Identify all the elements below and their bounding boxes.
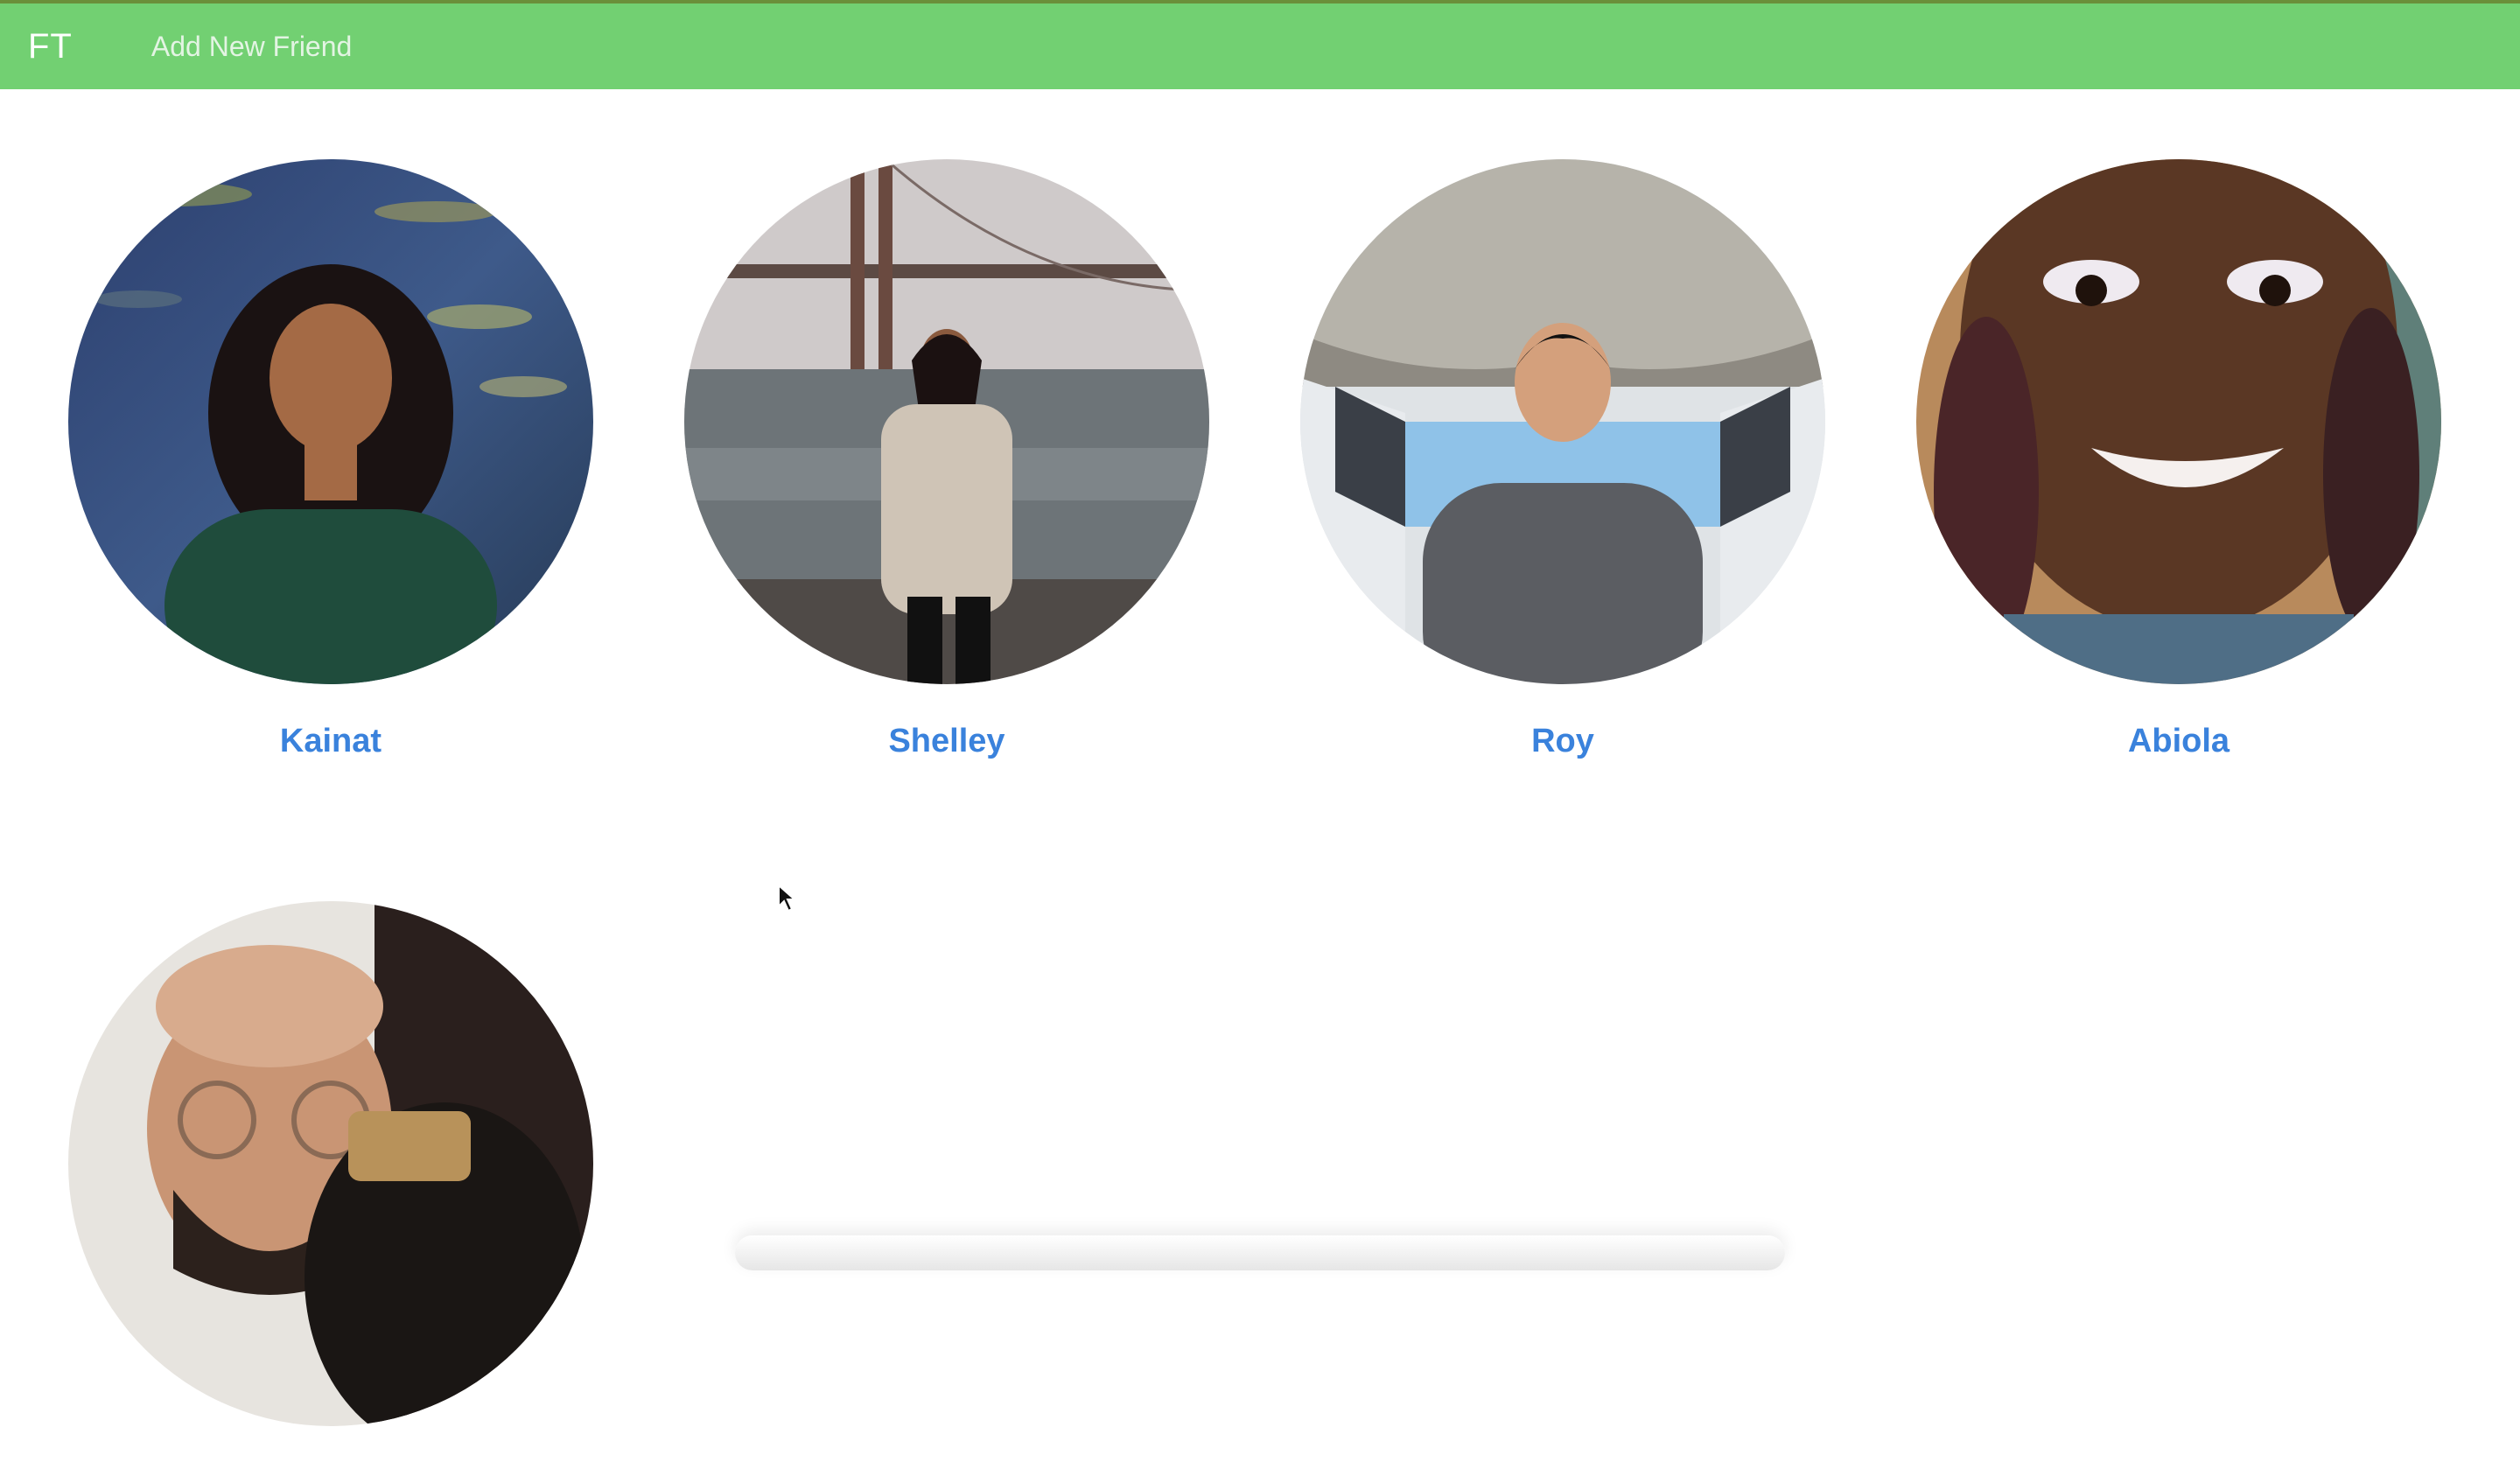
friend-photo-roy[interactable] [1300,159,1825,684]
navbar: FT Add New Friend [0,0,2520,89]
mouse-cursor-icon [778,884,797,913]
friend-card-5[interactable] [68,901,593,1469]
friend-card-abiola[interactable]: Abiola [1916,159,2441,760]
bottom-panel-edge [735,1235,1785,1270]
friend-photo-kainat[interactable] [68,159,593,684]
friend-photo-5[interactable] [68,901,593,1426]
friend-card-roy[interactable]: Roy [1300,159,1825,760]
friend-card-kainat[interactable]: Kainat [68,159,593,760]
friend-photo-shelley[interactable] [684,159,1209,684]
friend-photo-abiola[interactable] [1916,159,2441,684]
friends-grid: Kainat Shelley Roy Abiola [0,89,2520,1426]
friend-name-kainat[interactable]: Kainat [280,723,382,760]
brand-logo[interactable]: FT [28,27,73,66]
friend-name-roy[interactable]: Roy [1531,723,1594,760]
friend-name-shelley[interactable]: Shelley [888,723,1004,760]
friend-card-shelley[interactable]: Shelley [684,159,1209,760]
friend-name-abiola[interactable]: Abiola [2128,723,2230,760]
add-new-friend-link[interactable]: Add New Friend [151,31,352,63]
